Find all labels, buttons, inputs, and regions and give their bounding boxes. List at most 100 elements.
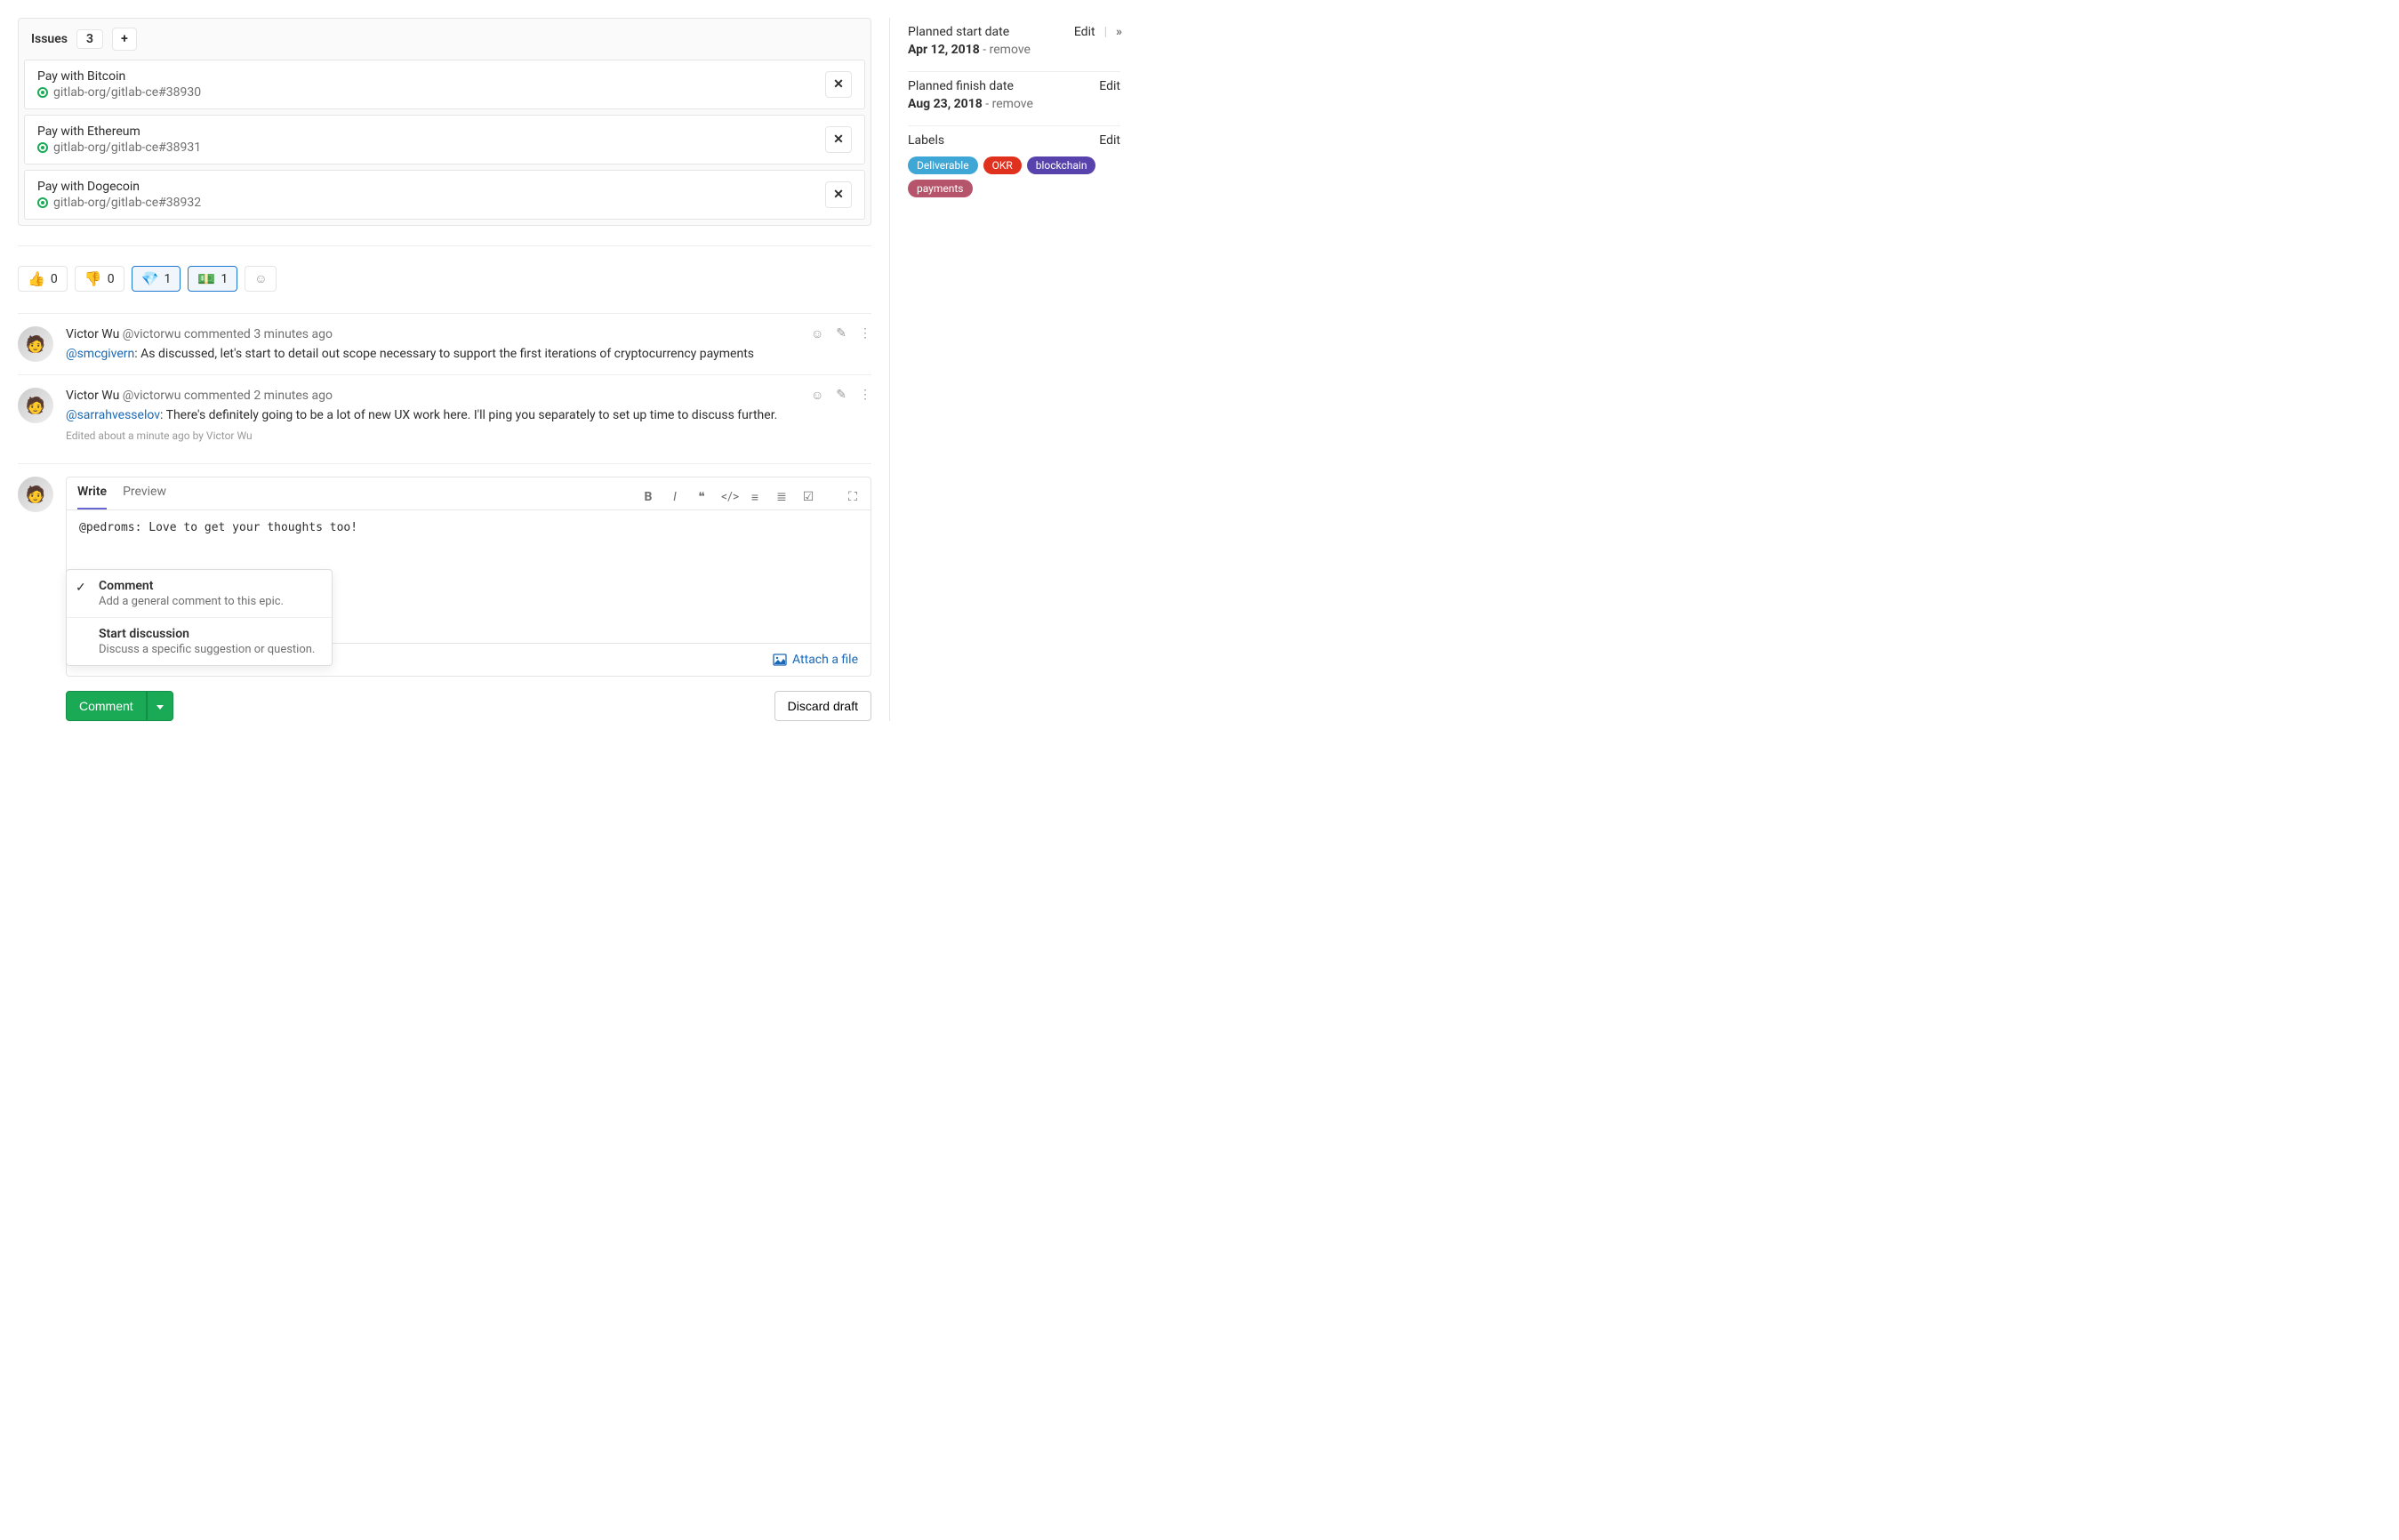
bullet-list-icon[interactable]: ≡ [748,490,762,505]
note-time: 3 minutes ago [253,327,333,341]
note-actions: ☺ ✎ ⋮ [811,326,871,341]
collapse-sidebar-icon[interactable]: » [1116,25,1120,39]
note: 🧑 Victor Wu @victorwu commented 2 minute… [18,374,871,454]
close-icon: ✕ [833,188,844,202]
pencil-icon[interactable]: ✎ [836,326,846,341]
kebab-icon[interactable]: ⋮ [859,326,871,341]
comment-dropdown-toggle[interactable] [147,691,173,721]
start-date-label: Planned start date [908,25,1009,39]
labels-list: Deliverable OKR blockchain payments [908,156,1120,197]
issue-card[interactable]: Pay with Dogecoin gitlab-org/gitlab-ce#3… [24,170,865,220]
mention-link[interactable]: @smcgivern [66,347,134,361]
issue-title: Pay with Dogecoin [37,180,201,194]
label-pill-deliverable[interactable]: Deliverable [908,156,978,174]
remove-issue-button[interactable]: ✕ [825,181,852,208]
check-icon: ✓ [76,581,86,595]
smiley-icon: ☺ [254,271,267,286]
avatar[interactable]: 🧑 [18,326,53,362]
note: 🧑 Victor Wu @victorwu commented 3 minute… [18,313,871,374]
issue-open-icon [37,142,48,153]
bold-icon[interactable]: B [641,490,655,504]
edit-finish-date-button[interactable]: Edit [1099,79,1120,93]
issue-reference: gitlab-org/gitlab-ce#38930 [37,85,201,100]
fullscreen-icon[interactable]: ⛶ [846,490,860,504]
issue-info: Pay with Bitcoin gitlab-org/gitlab-ce#38… [37,69,201,100]
comment-button[interactable]: Comment [66,691,147,721]
issue-card[interactable]: Pay with Ethereum gitlab-org/gitlab-ce#3… [24,115,865,164]
chevron-down-icon [156,705,164,710]
edit-labels-button[interactable]: Edit [1099,133,1120,148]
mention-link[interactable]: @sarrahvesselov [66,408,160,422]
reaction-count: 1 [164,272,172,286]
divider [18,245,871,246]
edited-indicator: Edited about a minute ago by Victor Wu [66,429,871,442]
issue-reference: gitlab-org/gitlab-ce#38932 [37,196,201,210]
author-handle[interactable]: @victorwu [123,389,181,403]
tab-preview[interactable]: Preview [123,485,166,509]
sidebar-section-start-date: Planned start date Edit | » Apr 12, 2018… [908,18,1120,72]
label-pill-blockchain[interactable]: blockchain [1027,156,1096,174]
dropdown-description: Discuss a specific suggestion or questio… [99,643,319,656]
dropdown-item-discussion[interactable]: Start discussion Discuss a specific sugg… [67,617,332,665]
dropdown-item-comment[interactable]: ✓ Comment Add a general comment to this … [67,570,332,617]
author-name[interactable]: Victor Wu [66,389,119,403]
finish-date-value: Aug 23, 2018 - remove [908,97,1120,111]
sidebar-section-labels: Labels Edit Deliverable OKR blockchain p… [908,126,1120,212]
start-date-sep: - [980,43,990,57]
numbered-list-icon[interactable]: ≣ [774,490,789,504]
note-header: Victor Wu @victorwu commented 3 minutes … [66,326,871,341]
author-handle[interactable]: @victorwu [123,327,181,341]
dropdown-title: Comment [99,579,319,593]
author-name[interactable]: Victor Wu [66,327,119,341]
avatar[interactable]: 🧑 [18,388,53,423]
plus-icon: + [121,32,128,46]
thumbs-up-icon: 👍 [28,270,45,287]
start-date-value: Apr 12, 2018 - remove [908,43,1120,57]
add-reaction-button[interactable]: ☺ [245,266,277,292]
remove-issue-button[interactable]: ✕ [825,71,852,98]
reaction-diamond[interactable]: 💎 1 [132,266,181,292]
code-icon[interactable]: </> [721,490,735,504]
note-meta: Victor Wu @victorwu commented 2 minutes … [66,389,333,403]
remove-issue-button[interactable]: ✕ [825,126,852,153]
diamond-icon: 💎 [141,270,159,287]
issue-open-icon [37,197,48,208]
finish-date-sep: - [983,97,992,111]
kebab-icon[interactable]: ⋮ [859,388,871,403]
task-list-icon[interactable]: ☑ [801,490,815,504]
avatar[interactable]: 🧑 [18,477,53,512]
mention-sep: : [160,408,166,422]
add-issue-button[interactable]: + [112,28,137,51]
emoji-icon[interactable]: ☺ [811,326,823,341]
italic-icon[interactable]: I [668,490,682,504]
tab-write[interactable]: Write [77,485,107,509]
label-pill-payments[interactable]: payments [908,180,973,197]
remove-finish-date-button[interactable]: remove [992,97,1033,111]
reaction-money[interactable]: 💵 1 [188,266,237,292]
attach-file-button[interactable]: Attach a file [773,653,858,667]
issue-title: Pay with Bitcoin [37,69,201,84]
issue-open-icon [37,87,48,98]
label-pill-okr[interactable]: OKR [983,156,1022,174]
image-icon [773,653,787,667]
quote-icon[interactable]: ❝ [694,490,709,504]
note-body: Victor Wu @victorwu commented 3 minutes … [66,326,871,362]
reaction-count: 0 [51,272,58,286]
dropdown-description: Add a general comment to this epic. [99,595,319,608]
reaction-thumbs-up[interactable]: 👍 0 [18,266,68,292]
issue-info: Pay with Dogecoin gitlab-org/gitlab-ce#3… [37,180,201,210]
note-content: There's definitely going to be a lot of … [166,408,778,422]
emoji-icon[interactable]: ☺ [811,388,823,403]
reaction-thumbs-down[interactable]: 👎 0 [75,266,124,292]
sidebar-section-finish-date: Planned finish date Edit Aug 23, 2018 - … [908,72,1120,126]
remove-start-date-button[interactable]: remove [990,43,1031,57]
pencil-icon[interactable]: ✎ [836,388,846,403]
editor-tabs-left: Write Preview [77,485,166,509]
issue-card[interactable]: Pay with Bitcoin gitlab-org/gitlab-ce#38… [24,60,865,109]
edit-start-date-button[interactable]: Edit [1074,25,1095,39]
attach-file-label: Attach a file [792,653,858,667]
note-action: commented [184,389,251,403]
discard-draft-button[interactable]: Discard draft [774,691,871,721]
note-header: Victor Wu @victorwu commented 2 minutes … [66,388,871,403]
issue-ref-text: gitlab-org/gitlab-ce#38932 [53,196,201,210]
